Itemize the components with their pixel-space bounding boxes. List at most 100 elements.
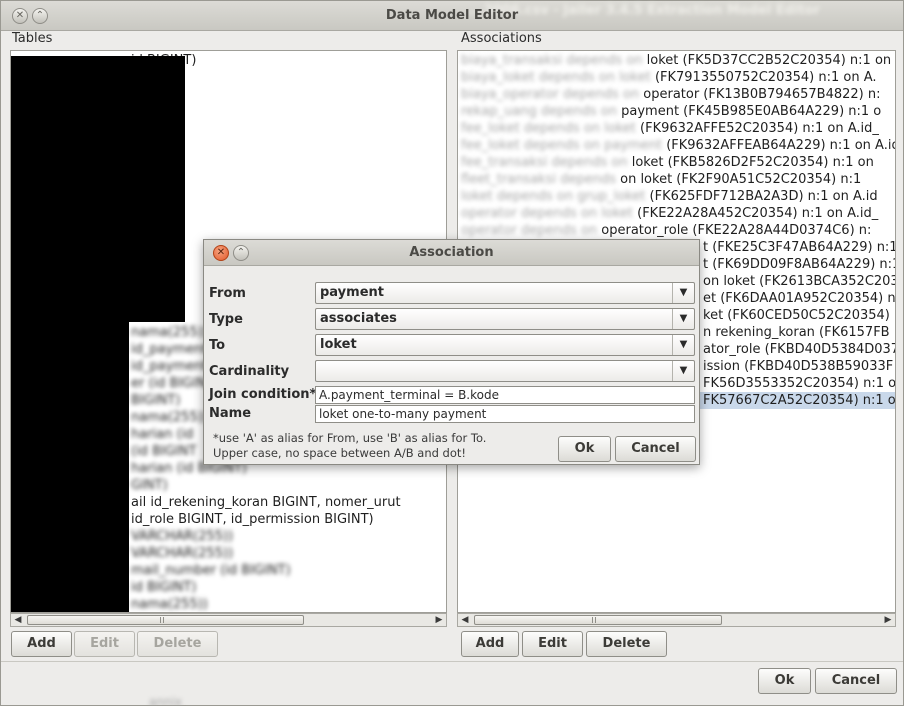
table-row[interactable]: GINT) <box>131 477 168 494</box>
association-text: ission (FKBD40D538B59033F <box>703 359 894 374</box>
window-titlebar[interactable]: ✕ ⌃ ...2006.csv - Jailer 3.4.5 Extractio… <box>1 1 903 31</box>
blurred-text: fee_loket depends on payment <box>461 138 667 153</box>
footer-divider <box>1 661 903 662</box>
dialog-cancel-button[interactable]: Cancel <box>615 436 696 462</box>
association-text: (FK9632AFFE52C20354) n:1 on A.id_ <box>640 121 879 136</box>
tables-edit-button[interactable]: Edit <box>74 631 135 657</box>
redacted-block <box>11 56 185 322</box>
association-row[interactable]: biaya_operator depends on operator (FK13… <box>461 86 895 103</box>
association-row[interactable]: fleet_transaksi depends on loket (FK2F90… <box>461 171 895 188</box>
table-row[interactable]: BIGINT) <box>131 392 180 409</box>
association-row[interactable]: biaya_transaksi depends on loket (FK5D37… <box>461 52 895 69</box>
associations-horizontal-scrollbar[interactable]: ◀ ▶ <box>457 613 896 627</box>
chevron-down-icon[interactable]: ▼ <box>672 283 694 303</box>
to-select[interactable]: loket ▼ <box>315 334 695 356</box>
blurred-text: rekap_uang depends on <box>461 104 622 119</box>
table-row[interactable]: harian (id <box>131 426 193 443</box>
association-text: t (FKE25C3F47AB64A229) n:1 <box>703 240 896 255</box>
name-field[interactable] <box>315 405 695 423</box>
association-row[interactable]: operator depends on operator_role (FKE22… <box>461 222 895 239</box>
cardinality-select[interactable]: ▼ <box>315 360 695 382</box>
table-row[interactable]: (id BIGINT <box>131 443 196 460</box>
blurred-text: operator depends on loket <box>461 206 638 221</box>
association-text: t (FK69DD09F8AB64A229) n:1 on <box>703 257 895 272</box>
chevron-down-icon[interactable]: ▼ <box>672 309 694 329</box>
type-select[interactable]: associates ▼ <box>315 308 695 330</box>
association-text: ket (FK60CED50C52C20354) n <box>703 308 896 323</box>
ok-button[interactable]: Ok <box>758 668 811 694</box>
table-row[interactable]: id_payment <box>131 358 207 375</box>
association-text: (FK9632AFFEAB64A229) n:1 on A.id <box>666 138 896 153</box>
table-row[interactable]: nama(255)) <box>131 409 208 426</box>
scroll-right-icon[interactable]: ▶ <box>881 614 895 626</box>
association-text: ator_role (FKBD40D5384D037 <box>703 342 896 357</box>
tables-delete-button[interactable]: Delete <box>137 631 218 657</box>
association-text: FK57667C2A52C20354) n:1 on <box>703 393 896 408</box>
chevron-down-icon[interactable]: ▼ <box>672 361 694 381</box>
tables-label: Tables <box>12 31 53 46</box>
scroll-thumb[interactable] <box>27 615 304 625</box>
association-dialog: ✕ ⌃ Association From payment ▼ Type asso… <box>203 239 700 465</box>
name-label: Name <box>209 406 252 421</box>
association-text: payment (FK45B985E0AB64A229) n:1 o <box>621 104 882 119</box>
association-row[interactable]: operator depends on loket (FKE22A28A452C… <box>461 205 895 222</box>
tables-add-button[interactable]: Add <box>11 631 72 657</box>
associations-label: Associations <box>461 31 542 46</box>
association-text: operator (FK13B0B794657B4822) n: <box>643 87 881 102</box>
association-text: FK56D3553352C20354) n:1 on <box>703 376 896 391</box>
hint-line-2: Upper case, no space between A/B and dot… <box>213 446 467 460</box>
dialog-titlebar[interactable]: ✕ ⌃ Association <box>204 240 699 266</box>
type-label: Type <box>209 312 243 327</box>
associations-edit-button[interactable]: Edit <box>522 631 583 657</box>
association-text: loket (FKB5826D2F52C20354) n:1 on <box>631 155 874 170</box>
association-text: on loket (FK2613BCA352C203 <box>703 274 896 289</box>
blurred-text: fleet_transaksi depends <box>461 172 621 187</box>
table-row[interactable]: nama(255)) <box>131 324 208 341</box>
tables-horizontal-scrollbar[interactable]: ◀ ▶ <box>10 613 447 627</box>
blurred-text: biaya_loket depends on loket <box>461 70 655 85</box>
association-text: operator_role (FKE22A28A44D0374C6) n: <box>601 223 872 238</box>
name-input[interactable] <box>316 406 694 422</box>
association-text: (FKE22A28A452C20354) n:1 on A.id_ <box>637 206 879 221</box>
association-row[interactable]: rekap_uang depends on payment (FK45B985E… <box>461 103 895 120</box>
dialog-ok-button[interactable]: Ok <box>558 436 611 462</box>
associations-add-button[interactable]: Add <box>461 631 519 657</box>
scroll-right-icon[interactable]: ▶ <box>432 614 446 626</box>
table-row[interactable]: VARCHAR(255)) <box>131 545 233 562</box>
blurred-text: fee_transaksi depends on <box>461 155 632 170</box>
association-text: et (FK6DAA01A952C20354) n:1 <box>703 291 896 306</box>
join-condition-field[interactable] <box>315 386 695 404</box>
association-row[interactable]: fee_loket depends on loket (FK9632AFFE52… <box>461 120 895 137</box>
cardinality-label: Cardinality <box>209 364 290 379</box>
cancel-button[interactable]: Cancel <box>815 668 897 694</box>
association-text: n rekening_koran (FK6157FB <box>703 325 890 340</box>
from-select[interactable]: payment ▼ <box>315 282 695 304</box>
scroll-left-icon[interactable]: ◀ <box>458 614 472 626</box>
table-row[interactable]: id BIGINT) <box>131 579 196 596</box>
hint-line-1: *use 'A' as alias for From, use 'B' as a… <box>213 431 487 445</box>
type-value: associates <box>320 311 397 326</box>
table-row[interactable]: nama(255)) <box>131 596 208 612</box>
association-row[interactable]: biaya_loket depends on loket (FK79135507… <box>461 69 895 86</box>
scroll-left-icon[interactable]: ◀ <box>11 614 25 626</box>
association-row[interactable]: fee_loket depends on payment (FK9632AFFE… <box>461 137 895 154</box>
table-row[interactable]: id_role BIGINT, id_permission BIGINT) <box>131 511 374 528</box>
join-condition-input[interactable] <box>316 387 694 403</box>
scroll-thumb[interactable] <box>474 615 722 625</box>
association-text: on loket (FK2F90A51C52C20354) n:1 <box>620 172 862 187</box>
association-row[interactable]: loket depends on grup_loket (FK625FDF712… <box>461 188 895 205</box>
table-row[interactable]: ail id_rekening_koran BIGINT, nomer_urut <box>131 494 401 511</box>
to-label: To <box>209 338 226 353</box>
background-text: annix <box>149 695 182 706</box>
to-value: loket <box>320 337 357 352</box>
association-text: (FK625FDF712BA2A3D) n:1 on A.id <box>649 189 878 204</box>
dialog-title: Association <box>409 245 494 260</box>
blurred-text: operator depends on <box>461 223 602 238</box>
association-row[interactable]: fee_transaksi depends on loket (FKB5826D… <box>461 154 895 171</box>
table-row[interactable]: mail_number (id BIGINT) <box>131 562 291 579</box>
table-row[interactable]: VARCHAR(255)) <box>131 528 233 545</box>
associations-delete-button[interactable]: Delete <box>586 631 667 657</box>
table-row[interactable]: er (id BIGIN <box>131 375 206 392</box>
chevron-down-icon[interactable]: ▼ <box>672 335 694 355</box>
association-text: (FK7913550752C20354) n:1 on A. <box>654 70 877 85</box>
